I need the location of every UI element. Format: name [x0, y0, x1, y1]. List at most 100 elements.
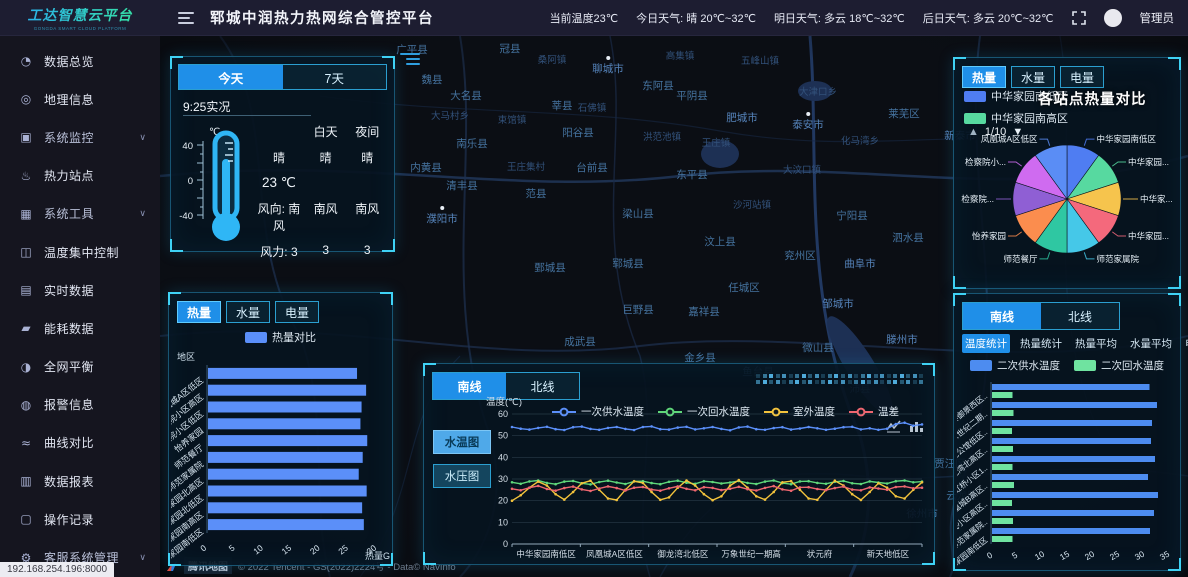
sidebar-collapse-icon[interactable] — [178, 9, 194, 27]
heat-water-power-tabs: 热量水量电量 — [177, 301, 319, 323]
stats-route-tab[interactable]: 北线 — [1041, 303, 1119, 329]
legend-swatch — [970, 360, 992, 371]
legend-item[interactable]: 二次供水温度 — [970, 358, 1060, 373]
chevron-down-icon: ∨ — [139, 552, 146, 563]
heat-station-icon: ♨ — [18, 169, 34, 183]
divider — [183, 115, 311, 116]
weather-grid: 白天 夜间 晴 晴 晴 23 ℃ 风向: 南风 南风 南风 风力: 3 3 3 — [253, 123, 388, 260]
svg-text:温度(℃): 温度(℃) — [486, 396, 522, 408]
svg-text:15: 15 — [280, 543, 294, 557]
stat-subtabs: 温度统计热量统计热量平均水量平均电量平均 — [962, 334, 1176, 353]
col-night-header: 夜间 — [346, 123, 388, 140]
svg-text:20: 20 — [498, 496, 508, 506]
sidebar-item-3[interactable]: ♨热力站点 — [0, 157, 160, 195]
legend-swatch — [1074, 360, 1096, 371]
map-place-label: 范县 — [526, 186, 547, 201]
panel-corner-accent — [953, 558, 966, 571]
svg-text:怡养家园: 怡养家园 — [972, 231, 1006, 241]
bars-metric-tab[interactable]: 电量 — [275, 301, 319, 323]
sidebar-item-label: 曲线对比 — [44, 434, 146, 451]
stat-subtab[interactable]: 热量平均 — [1072, 334, 1120, 353]
monitor-icon: ▣ — [18, 130, 34, 144]
fullscreen-icon[interactable] — [1072, 11, 1086, 25]
legend-item[interactable]: 热量对比 — [245, 329, 316, 345]
svg-text:0: 0 — [503, 539, 508, 549]
sidebar-item-label: 报警信息 — [44, 396, 146, 413]
map-place-label: 阳谷县 — [562, 125, 594, 140]
station-heat-pie-chart: 中华家园南低区中华家园...中华家...中华家园...师范家属院师范餐厅怡养家园… — [957, 132, 1178, 286]
weather-tab[interactable]: 7天 — [283, 65, 387, 89]
map-place-label: 平阴县 — [676, 88, 708, 103]
sidebar-item-5[interactable]: ◫温度集中控制 — [0, 233, 160, 271]
map-place-label: 宁阳县 — [836, 208, 868, 223]
map-place-label: 泰安市 — [792, 112, 824, 132]
map-place-label: 巨野县 — [622, 302, 654, 317]
sidebar-item-4[interactable]: ▦系统工具∨ — [0, 195, 160, 233]
legend-item[interactable]: 中华家园南高区 — [964, 110, 1068, 126]
map-place-label: 台前县 — [576, 160, 608, 175]
bars-metric-tab[interactable]: 热量 — [177, 301, 221, 323]
svg-text:5: 5 — [1010, 550, 1019, 561]
svg-text:40: 40 — [498, 452, 508, 462]
map-place-label: 魏县 — [422, 72, 443, 87]
bars-metric-tab[interactable]: 水量 — [226, 301, 270, 323]
top-header: 工达智慧云平台 GONGDA SMART CLOUD PLATFORM 郓城中润… — [0, 0, 1188, 36]
map-place-label: 化马湾乡 — [841, 133, 879, 147]
map-place-label: 束馆镇 — [498, 112, 527, 126]
user-avatar[interactable] — [1104, 9, 1122, 27]
pie-metric-tab[interactable]: 水量 — [1011, 66, 1055, 88]
sidebar-item-6[interactable]: ▤实时数据 — [0, 271, 160, 309]
stat-subtab[interactable]: 温度统计 — [962, 334, 1010, 353]
map-place-label: 东平县 — [676, 167, 708, 182]
legend-item[interactable]: 二次回水温度 — [1074, 358, 1164, 373]
sidebar-item-label: 数据总览 — [44, 53, 146, 70]
stat-subtab[interactable]: 水量平均 — [1127, 334, 1175, 353]
map-menu-icon[interactable] — [400, 50, 420, 68]
panel-corner-accent — [382, 239, 395, 252]
svg-text:中华家...: 中华家... — [1140, 194, 1173, 204]
water-pressure-button[interactable]: 水压图 — [433, 464, 491, 488]
weather-tab[interactable]: 今天 — [179, 65, 283, 89]
sidebar-item-8[interactable]: ◑全网平衡 — [0, 348, 160, 386]
weather-panel: 今天7天 9:25实况 ℃ 40 0 -40 — [170, 56, 395, 252]
svg-text:新天地低区: 新天地低区 — [867, 549, 910, 559]
sidebar-item-7[interactable]: ▰能耗数据 — [0, 309, 160, 347]
sidebar-item-11[interactable]: ▥数据报表 — [0, 462, 160, 500]
map-place-label: 滕州市 — [886, 332, 918, 347]
svg-text:15: 15 — [1058, 549, 1071, 563]
sidebar-item-12[interactable]: ▢操作记录 — [0, 500, 160, 538]
stats-route-tab[interactable]: 南线 — [963, 303, 1041, 329]
panel-corner-accent — [1168, 57, 1181, 70]
svg-text:地区: 地区 — [177, 351, 195, 362]
sidebar-item-2[interactable]: ▣系统监控∨ — [0, 118, 160, 156]
panel-corner-accent — [380, 553, 393, 566]
pie-metric-tab[interactable]: 热量 — [962, 66, 1006, 88]
svg-text:师范餐厅: 师范餐厅 — [1004, 254, 1039, 264]
sidebar-item-label: 温度集中控制 — [44, 244, 146, 261]
map-place-label: 成武县 — [564, 334, 596, 349]
pie-metric-tab[interactable]: 电量 — [1060, 66, 1104, 88]
map-place-label: 邹城市 — [822, 296, 854, 311]
map-place-label: 大名县 — [450, 88, 482, 103]
water-temp-button[interactable]: 水温图 — [433, 430, 491, 454]
map-place-label: 郓城县 — [612, 256, 644, 271]
sidebar-item-0[interactable]: ◔数据总览 — [0, 42, 160, 80]
panel-corner-accent — [922, 552, 935, 565]
svg-text:25: 25 — [1108, 549, 1121, 563]
pie-title: 各站点热量对比 — [1038, 88, 1147, 109]
day-wind-power: 3 — [305, 243, 347, 260]
stat-subtab[interactable]: 热量统计 — [1017, 334, 1065, 353]
line-temperature-panel: 南线北线 一次供水温度一次回水温度室外温度温差 水温图 水压图 温度(℃)010… — [423, 363, 935, 565]
grouped-bar-legend: 二次供水温度二次回水温度 — [954, 358, 1180, 373]
panel-corner-accent — [922, 363, 935, 376]
map-place-label: 梁山县 — [622, 206, 654, 221]
stat-subtab[interactable]: 电量平均 — [1182, 334, 1188, 353]
sidebar-item-10[interactable]: ≈曲线对比 — [0, 424, 160, 462]
spacer — [253, 123, 305, 140]
now-condition: 晴 — [253, 149, 305, 166]
sidebar-item-9[interactable]: ◍报警信息 — [0, 386, 160, 424]
night-condition: 晴 — [346, 149, 388, 166]
map-place-label: 泗水县 — [892, 230, 924, 245]
sidebar-item-1[interactable]: ◎地理信息 — [0, 80, 160, 118]
logo-subtitle: GONGDA SMART CLOUD PLATFORM — [34, 26, 127, 31]
